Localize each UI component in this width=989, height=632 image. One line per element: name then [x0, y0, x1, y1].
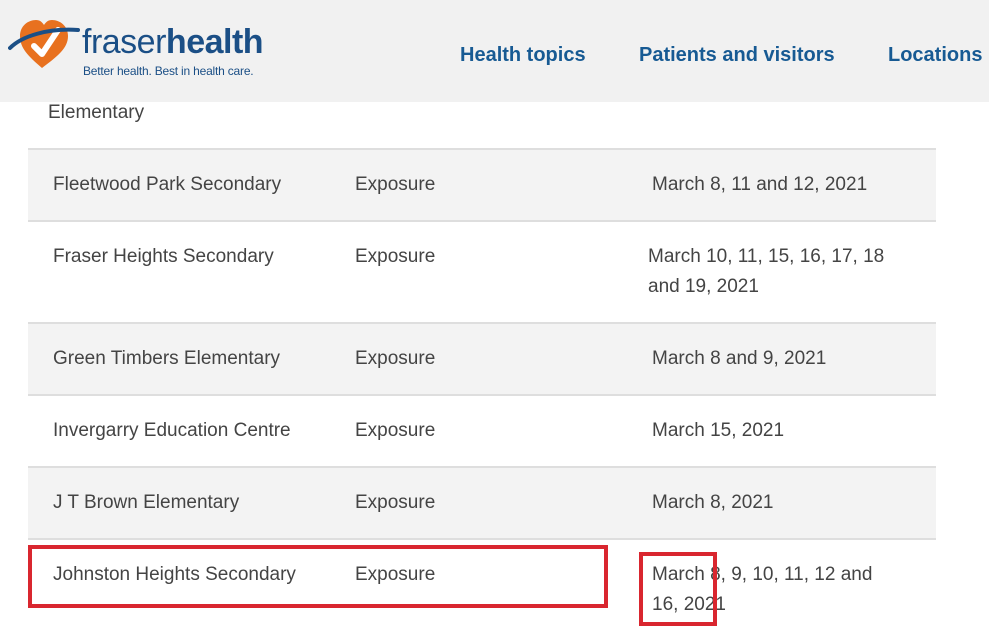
- exposure-dates: March 8, 2021: [652, 492, 774, 513]
- exposure-type: Exposure: [355, 564, 436, 585]
- table-row: Green Timbers Elementary Exposure March …: [28, 322, 936, 394]
- exposure-dates: March 8 and 9, 2021: [652, 348, 827, 369]
- school-exposure-table: Fleetwood Park Secondary Exposure March …: [28, 148, 936, 632]
- exposure-type: Exposure: [355, 492, 436, 513]
- exposure-dates: March 15, 2021: [652, 420, 785, 441]
- school-name: Fleetwood Park Secondary: [53, 174, 282, 195]
- table-row: Fleetwood Park Secondary Exposure March …: [28, 148, 936, 220]
- nav-locations[interactable]: Locations: [888, 44, 982, 67]
- logo-tagline: Better health. Best in health care.: [83, 64, 254, 78]
- fraserhealth-logo[interactable]: fraserhealth Better health. Best in heal…: [8, 14, 264, 84]
- exposure-type: Exposure: [355, 246, 436, 267]
- nav-patients-visitors[interactable]: Patients and visitors: [639, 44, 835, 67]
- school-name: Invergarry Education Centre: [53, 420, 291, 441]
- logo-wordmark: fraserhealth: [82, 22, 264, 62]
- table-row: Fraser Heights Secondary Exposure March …: [28, 220, 936, 322]
- school-name: Green Timbers Elementary: [53, 348, 281, 369]
- exposure-dates: March 8, 11 and 12, 2021: [652, 174, 868, 195]
- table-cell-partial: Elementary: [48, 102, 145, 123]
- logo-word-light: fraser: [82, 23, 166, 61]
- school-name: Johnston Heights Secondary: [53, 564, 296, 585]
- table-row: Invergarry Education Centre Exposure Mar…: [28, 394, 936, 466]
- exposure-type: Exposure: [355, 174, 436, 195]
- nav-health-topics[interactable]: Health topics: [460, 44, 586, 67]
- school-name: J T Brown Elementary: [53, 492, 240, 513]
- site-header: fraserhealth Better health. Best in heal…: [0, 0, 989, 102]
- heart-logo-icon: [8, 20, 80, 68]
- exposure-type: Exposure: [355, 348, 436, 369]
- exposure-type: Exposure: [355, 420, 436, 441]
- logo-word-bold: health: [165, 23, 264, 61]
- school-name: Fraser Heights Secondary: [53, 246, 274, 267]
- table-row: Johnston Heights Secondary Exposure Marc…: [28, 538, 936, 632]
- exposure-dates: March 8, 9, 10, 11, 12 and 16, 2021: [652, 564, 873, 615]
- table-row: J T Brown Elementary Exposure March 8, 2…: [28, 466, 936, 538]
- exposure-dates: March 10, 11, 15, 16, 17, 18 and 19, 202…: [648, 246, 885, 297]
